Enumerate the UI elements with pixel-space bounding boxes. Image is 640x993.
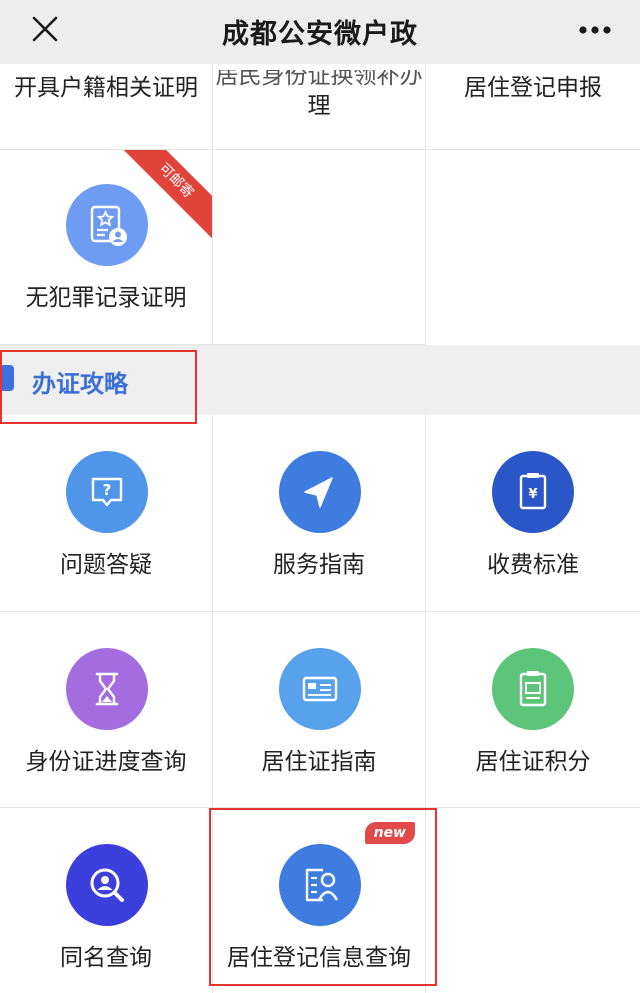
section-accent-bar xyxy=(0,365,14,391)
guide-cell-faq[interactable]: ? 问题答疑 xyxy=(0,415,213,612)
certificate-icon xyxy=(66,184,148,266)
guide-label: 居住登记信息查询 xyxy=(227,945,411,971)
guide-cell-same-name[interactable]: 同名查询 xyxy=(0,808,213,993)
svg-text:¥: ¥ xyxy=(528,487,537,502)
hourglass-icon xyxy=(66,648,148,730)
service-label: 理 xyxy=(307,93,331,119)
service-cell-id-card[interactable]: 居民身份证换领补办 理 xyxy=(213,64,426,150)
guide-cell-service-guide[interactable]: 服务指南 xyxy=(213,415,426,612)
guide-cell-id-progress[interactable]: 身份证进度查询 xyxy=(0,612,213,808)
section-header: 办证攻略 xyxy=(0,345,640,415)
fee-icon: ¥ xyxy=(492,451,574,533)
page-title: 成都公安微户政 xyxy=(222,19,418,50)
search-person-icon xyxy=(66,844,148,926)
guide-label: 问题答疑 xyxy=(60,552,152,578)
svg-text:?: ? xyxy=(103,481,112,499)
new-badge: new xyxy=(364,822,415,844)
guide-label: 身份证进度查询 xyxy=(25,749,187,775)
empty-cell xyxy=(213,150,426,345)
more-icon[interactable] xyxy=(578,22,612,36)
service-label: 无犯罪记录证明 xyxy=(25,285,187,311)
guide-cell-fee-standard[interactable]: ¥ 收费标准 xyxy=(426,415,640,612)
guide-label: 居住证指南 xyxy=(261,749,377,775)
residence-info-icon xyxy=(279,844,361,926)
guide-cell-residence-info-query[interactable]: new 居住登记信息查询 xyxy=(213,808,426,993)
guide-label: 收费标准 xyxy=(487,552,579,578)
service-cell-no-criminal-record[interactable]: 可邮寄 无犯罪记录证明 xyxy=(0,150,213,345)
service-label: 开具户籍相关证明 xyxy=(14,75,198,101)
guide-label: 同名查询 xyxy=(60,945,152,971)
points-icon xyxy=(492,648,574,730)
guide-label: 服务指南 xyxy=(273,552,365,578)
id-card-icon xyxy=(279,648,361,730)
navigation-icon xyxy=(279,451,361,533)
service-cell-residence-registration[interactable]: 居住登记申报 xyxy=(426,64,640,150)
guide-label: 居住证积分 xyxy=(475,749,591,775)
guide-cell-residence-points[interactable]: 居住证积分 xyxy=(426,612,640,808)
question-icon: ? xyxy=(66,451,148,533)
nav-bar: 成都公安微户政 xyxy=(0,0,640,64)
guide-cell-residence-permit-guide[interactable]: 居住证指南 xyxy=(213,612,426,808)
empty-cell xyxy=(426,808,640,993)
service-cell-household-certificate[interactable]: 开具户籍相关证明 xyxy=(0,64,213,150)
service-label: 居住登记申报 xyxy=(464,75,602,101)
section-title: 办证攻略 xyxy=(32,370,128,398)
